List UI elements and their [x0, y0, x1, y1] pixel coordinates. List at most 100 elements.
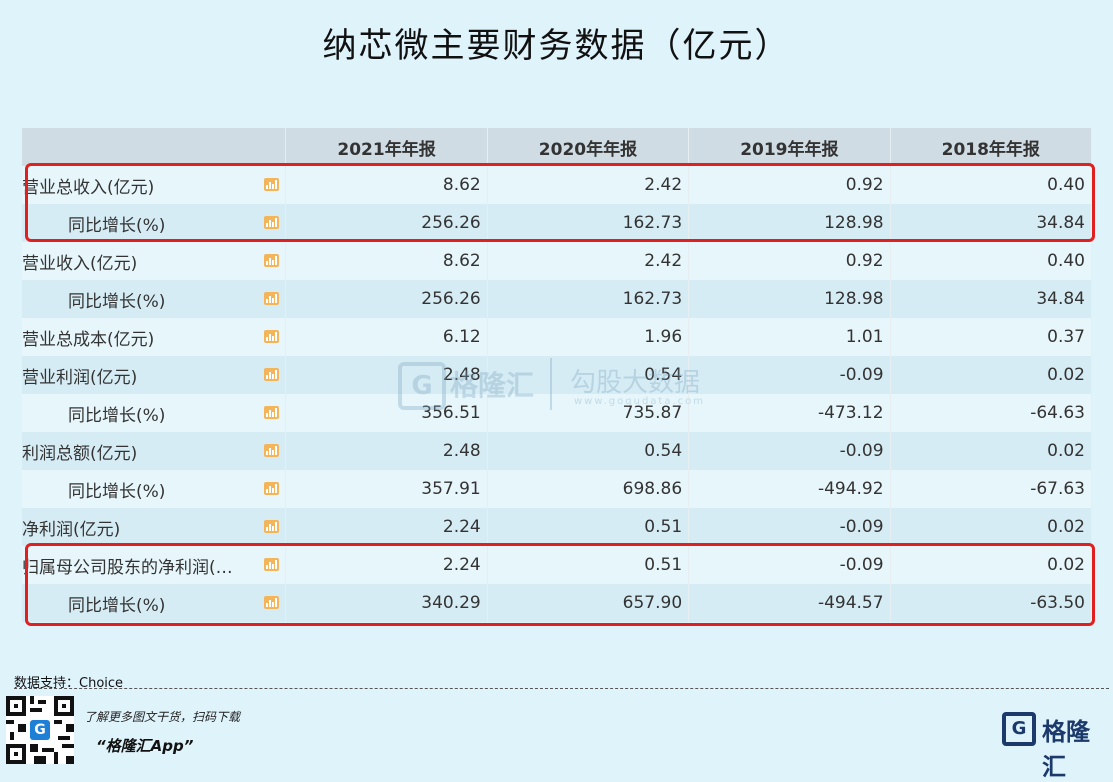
row-label-cell: 归属母公司股东的净利润(…: [22, 546, 287, 584]
bar-chart-icon[interactable]: [264, 520, 280, 533]
value-cell: 256.26: [285, 204, 488, 242]
row-label-cell: 营业总成本(亿元): [22, 318, 287, 356]
value-cell: -494.57: [688, 584, 891, 622]
value-cell: 340.29: [285, 584, 488, 622]
value-cell: -64.63: [890, 394, 1093, 432]
bar-chart-icon[interactable]: [264, 558, 280, 571]
bar-chart-icon[interactable]: [264, 596, 280, 609]
brand-logo-text: 格隆汇: [1042, 718, 1090, 781]
column-header-2020[interactable]: 2020年年报: [487, 128, 690, 166]
value-cell: 256.26: [285, 280, 488, 318]
column-header-label: [22, 128, 287, 166]
table-header-row: 2021年年报 2020年年报 2019年年报 2018年年报: [22, 128, 1093, 166]
row-label: 净利润(亿元): [22, 519, 121, 540]
row-label: 同比增长(%): [68, 405, 166, 426]
value-cell: 6.12: [285, 318, 488, 356]
table-row: 营业总成本(亿元) 6.12 1.96 1.01 0.37: [22, 318, 1093, 356]
value-cell: 0.02: [890, 508, 1093, 546]
table-row: 同比增长(%) 357.91 698.86 -494.92 -67.63: [22, 470, 1093, 508]
value-cell: 0.51: [487, 508, 690, 546]
value-cell: 8.62: [285, 166, 488, 204]
value-cell: -494.92: [688, 470, 891, 508]
row-label-cell: 净利润(亿元): [22, 508, 287, 546]
value-cell: 2.24: [285, 546, 488, 584]
value-cell: -0.09: [688, 508, 891, 546]
value-cell: 0.37: [890, 318, 1093, 356]
value-cell: 128.98: [688, 204, 891, 242]
bar-chart-icon[interactable]: [264, 216, 280, 229]
value-cell: 8.62: [285, 242, 488, 280]
row-label-cell: 利润总额(亿元): [22, 432, 287, 470]
bar-chart-icon[interactable]: [264, 406, 280, 419]
row-label-cell: 营业收入(亿元): [22, 242, 287, 280]
row-label: 同比增长(%): [68, 595, 166, 616]
value-cell: -63.50: [890, 584, 1093, 622]
bar-chart-icon[interactable]: [264, 330, 280, 343]
promo-text: 了解更多图文干货，扫码下载: [84, 710, 241, 724]
bar-chart-icon[interactable]: [264, 444, 280, 457]
footer-divider: [14, 688, 1109, 689]
value-cell: 34.84: [890, 280, 1093, 318]
watermark-divider: [550, 358, 552, 410]
watermark-brand: 格隆汇: [450, 369, 535, 402]
row-label-cell: 同比增长(%): [22, 584, 287, 622]
qr-code[interactable]: G: [6, 696, 74, 764]
value-cell: 2.48: [285, 432, 488, 470]
row-label: 营业收入(亿元): [22, 253, 138, 274]
value-cell: 0.92: [688, 166, 891, 204]
value-cell: -0.09: [688, 432, 891, 470]
column-header-2018[interactable]: 2018年年报: [890, 128, 1093, 166]
qr-logo-icon: G: [30, 720, 50, 740]
row-label: 利润总额(亿元): [22, 443, 138, 464]
value-cell: 34.84: [890, 204, 1093, 242]
row-label-cell: 同比增长(%): [22, 470, 287, 508]
value-cell: 657.90: [487, 584, 690, 622]
watermark-url: www.gogudata.com: [574, 396, 706, 407]
row-label-cell: 同比增长(%): [22, 280, 287, 318]
value-cell: 0.54: [487, 432, 690, 470]
watermark-name: 勾股大数据: [570, 368, 701, 398]
bar-chart-icon[interactable]: [264, 482, 280, 495]
value-cell: 162.73: [487, 280, 690, 318]
watermark: G 格隆汇 勾股大数据 www.gogudata.com: [398, 356, 728, 416]
value-cell: 698.86: [487, 470, 690, 508]
row-label-cell: 同比增长(%): [22, 204, 287, 242]
row-label: 营业总收入(亿元): [22, 177, 155, 198]
row-label-cell: 营业利润(亿元): [22, 356, 287, 394]
row-label-cell: 营业总收入(亿元): [22, 166, 287, 204]
bar-chart-icon[interactable]: [264, 368, 280, 381]
value-cell: 0.40: [890, 242, 1093, 280]
value-cell: 0.51: [487, 546, 690, 584]
value-cell: 357.91: [285, 470, 488, 508]
value-cell: -67.63: [890, 470, 1093, 508]
row-label-cell: 同比增长(%): [22, 394, 287, 432]
value-cell: 128.98: [688, 280, 891, 318]
value-cell: 162.73: [487, 204, 690, 242]
table-row: 同比增长(%) 256.26 162.73 128.98 34.84: [22, 280, 1093, 318]
value-cell: 0.02: [890, 432, 1093, 470]
table-row: 归属母公司股东的净利润(… 2.24 0.51 -0.09 0.02: [22, 546, 1093, 584]
row-label: 同比增长(%): [68, 291, 166, 312]
column-header-2019[interactable]: 2019年年报: [688, 128, 891, 166]
table-row: 同比增长(%) 340.29 657.90 -494.57 -63.50: [22, 584, 1093, 622]
column-header-2021[interactable]: 2021年年报: [285, 128, 488, 166]
value-cell: 0.02: [890, 546, 1093, 584]
table-row: 同比增长(%) 256.26 162.73 128.98 34.84: [22, 204, 1093, 242]
brand-logo-icon: G: [1002, 712, 1036, 746]
bar-chart-icon[interactable]: [264, 292, 280, 305]
row-label: 同比增长(%): [68, 215, 166, 236]
bar-chart-icon[interactable]: [264, 254, 280, 267]
row-label: 同比增长(%): [68, 481, 166, 502]
table-row: 营业总收入(亿元) 8.62 2.42 0.92 0.40: [22, 166, 1093, 204]
page-title: 纳芯微主要财务数据（亿元）: [322, 26, 791, 66]
value-cell: 2.42: [487, 166, 690, 204]
watermark-logo-icon: G: [398, 362, 446, 410]
value-cell: 2.42: [487, 242, 690, 280]
value-cell: 0.92: [688, 242, 891, 280]
value-cell: 0.02: [890, 356, 1093, 394]
value-cell: 0.40: [890, 166, 1093, 204]
table-row: 净利润(亿元) 2.24 0.51 -0.09 0.02: [22, 508, 1093, 546]
value-cell: -0.09: [688, 546, 891, 584]
bar-chart-icon[interactable]: [264, 178, 280, 191]
value-cell: 2.24: [285, 508, 488, 546]
